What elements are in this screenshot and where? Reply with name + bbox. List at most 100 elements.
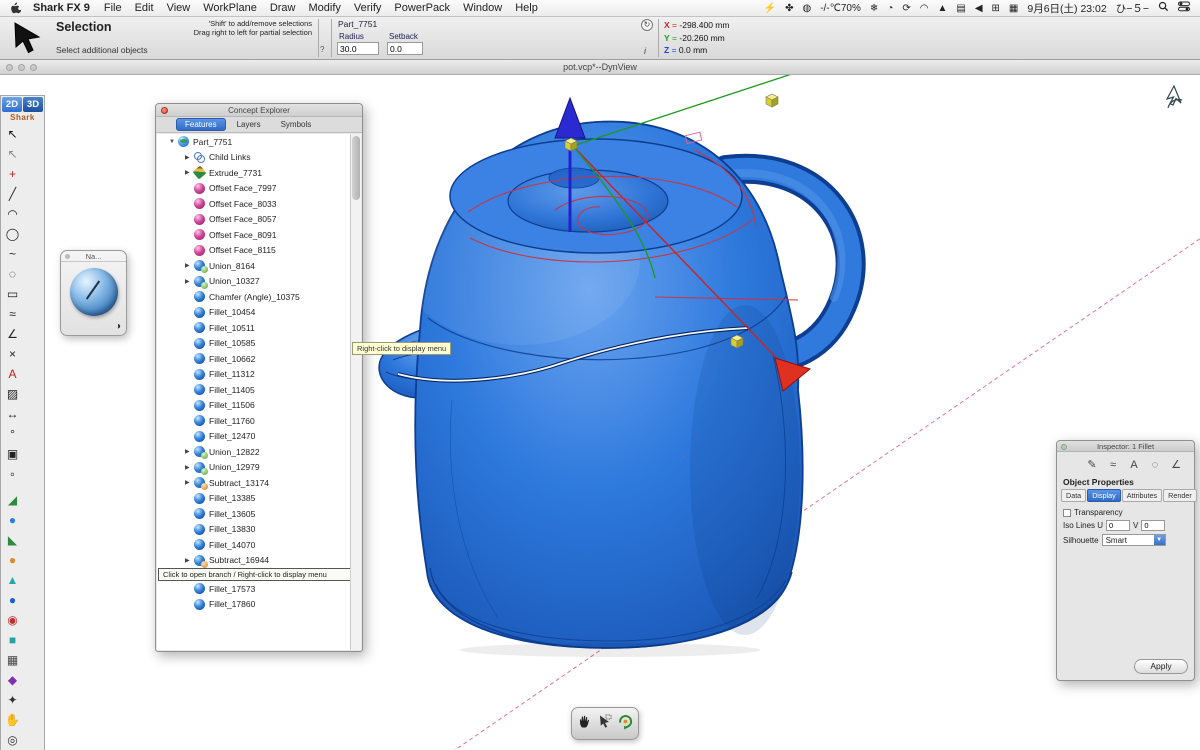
kettle-model[interactable] [379, 122, 851, 657]
dot-indicator-icon[interactable]: ◍ [802, 3, 811, 14]
tree-item[interactable]: Fillet_13830 [157, 522, 361, 538]
explorer-tab[interactable]: Features [176, 118, 226, 131]
control-center-icon[interactable] [1178, 1, 1190, 15]
tree-item[interactable]: Offset Face_8033 [157, 196, 361, 212]
plant-icon[interactable]: ✤ [785, 3, 793, 14]
iso-lines-v-input[interactable] [1141, 520, 1165, 531]
menu-item[interactable]: Modify [309, 2, 341, 14]
tree-item[interactable]: Fillet_17573 [157, 581, 361, 597]
tree-item[interactable]: ▶ Union_10327 [157, 274, 361, 290]
app-name[interactable]: Shark FX 9 [33, 2, 90, 14]
setback-input[interactable] [387, 42, 423, 55]
menubar-clock[interactable]: 9月6日(土) 23:02 [1027, 1, 1106, 16]
inspector-titlebar[interactable]: Inspector: 1 Fillet [1057, 441, 1194, 452]
volume-icon[interactable]: ◀ [975, 3, 983, 14]
list-icon[interactable]: ▤ [956, 3, 965, 14]
tree-item[interactable]: ▶ Subtract_13174 [157, 475, 361, 491]
iso-lines-u-input[interactable] [1106, 520, 1130, 531]
cone-tool[interactable]: ▲ [2, 570, 23, 590]
keyboard-icon[interactable]: ▦ [1009, 3, 1018, 14]
temperature-status[interactable]: -/-℃70% [820, 3, 861, 14]
rectangle-tool[interactable]: ▭ [2, 284, 23, 304]
mode-3d-button[interactable]: 3D [23, 97, 43, 112]
disclosure-triangle-icon[interactable]: ▼ [169, 139, 178, 145]
tree-item[interactable]: Offset Face_8091 [157, 227, 361, 243]
revolve-tool[interactable]: ● [2, 550, 23, 570]
inspector-tab[interactable]: Render [1163, 489, 1197, 502]
disclosure-triangle-icon[interactable]: ▶ [185, 278, 194, 285]
menu-item[interactable]: View [167, 2, 191, 14]
detail-tool[interactable]: ▫ [2, 464, 23, 484]
tree-item[interactable]: Fillet_11760 [157, 413, 361, 429]
walkthrough-tool[interactable]: ✦ [2, 690, 23, 710]
fan-icon[interactable]: ❄ [870, 3, 878, 14]
menu-item[interactable]: Draw [270, 2, 296, 14]
menu-item[interactable]: PowerPack [394, 2, 450, 14]
pan-hand-icon[interactable] [577, 713, 593, 735]
navigation-sphere[interactable] [70, 268, 118, 316]
tree-item[interactable]: Fillet_13605 [157, 506, 361, 522]
tree-item[interactable]: Fillet_10585 [157, 336, 361, 352]
inspector-tab[interactable]: Display [1087, 489, 1121, 502]
tree-item[interactable]: Fillet_13385 [157, 491, 361, 507]
mode-2d-button[interactable]: 2D [2, 97, 22, 112]
delete-tool[interactable]: × [2, 344, 23, 364]
spotlight-icon[interactable] [1158, 1, 1169, 15]
rotate-view-icon[interactable] [617, 713, 634, 735]
pointer-battery-icon[interactable]: ⚡ [764, 3, 776, 14]
menu-item[interactable]: WorkPlane [203, 2, 257, 14]
circle-tool[interactable]: ◯ [2, 224, 23, 244]
blob-tool[interactable]: ◆ [2, 670, 23, 690]
radius-input[interactable] [337, 42, 379, 55]
helix-tool[interactable]: ◉ [2, 610, 23, 630]
tree-item[interactable]: Fillet_11405 [157, 382, 361, 398]
tree-item[interactable]: Fillet_12470 [157, 429, 361, 445]
sheet-tool[interactable]: ▦ [2, 650, 23, 670]
explorer-tab[interactable]: Symbols [272, 118, 321, 131]
ellipse-tool[interactable]: ◌ [2, 264, 23, 284]
tree-item[interactable]: ▶ Union_12822 [157, 444, 361, 460]
tree-item[interactable]: Fillet_17860 [157, 597, 361, 613]
point-tool[interactable]: + [2, 164, 23, 184]
help-icon[interactable]: ? [320, 45, 324, 54]
text-tool[interactable]: A [2, 364, 23, 384]
document-titlebar[interactable]: pot.vcp*--DynView [0, 60, 1200, 75]
tree-item[interactable]: Fillet_11312 [157, 367, 361, 383]
text-style-icon[interactable]: A [1124, 455, 1144, 474]
scrollbar-thumb[interactable] [352, 136, 360, 200]
transparency-checkbox[interactable] [1063, 509, 1071, 517]
menu-item[interactable]: File [104, 2, 122, 14]
disclosure-triangle-icon[interactable]: ▶ [185, 557, 194, 564]
grid-icon[interactable]: ⊞ [992, 3, 1000, 14]
angle-style-icon[interactable]: ∠ [1166, 455, 1186, 474]
line-tool[interactable]: ╱ [2, 184, 23, 204]
tree-item[interactable]: ▶ Union_12979 [157, 460, 361, 476]
fillet-sphere-icon[interactable] [1061, 455, 1081, 474]
select-cursor-icon[interactable] [597, 713, 613, 735]
close-icon[interactable] [1061, 444, 1067, 450]
menu-item[interactable]: Window [463, 2, 502, 14]
explorer-tab[interactable]: Layers [228, 118, 270, 131]
menu-item[interactable]: Help [515, 2, 538, 14]
disclosure-triangle-icon[interactable]: ▶ [185, 464, 194, 471]
pencil-icon[interactable]: ✎ [1082, 455, 1102, 474]
cube-tool[interactable]: ■ [2, 630, 23, 650]
apply-button[interactable]: Apply [1134, 659, 1188, 674]
eject-icon[interactable]: ▲ [937, 3, 947, 14]
tree-item[interactable]: Offset Face_8057 [157, 212, 361, 228]
tree-item[interactable]: Fillet_11506 [157, 398, 361, 414]
tree-item[interactable]: ▼ Part_7751 [157, 134, 361, 150]
select-tool[interactable]: ↖ [2, 124, 23, 144]
extrude-solid-tool[interactable]: ◣ [2, 530, 23, 550]
tree-item[interactable]: ▶ Child Links [157, 150, 361, 166]
zoom-tool[interactable]: ◎ [2, 730, 23, 750]
refresh-icon[interactable]: ↻ [641, 19, 653, 31]
menu-item[interactable]: Edit [135, 2, 154, 14]
symbol-tool[interactable]: ▣ [2, 444, 23, 464]
tree-item[interactable]: ▶ Union_8164 [157, 258, 361, 274]
mini-close-icon[interactable] [65, 254, 70, 259]
tree-item[interactable]: Fillet_10662 [157, 351, 361, 367]
inspector-tab[interactable]: Data [1061, 489, 1086, 502]
close-icon[interactable] [161, 107, 168, 114]
disclosure-triangle-icon[interactable]: ▶ [185, 479, 194, 486]
